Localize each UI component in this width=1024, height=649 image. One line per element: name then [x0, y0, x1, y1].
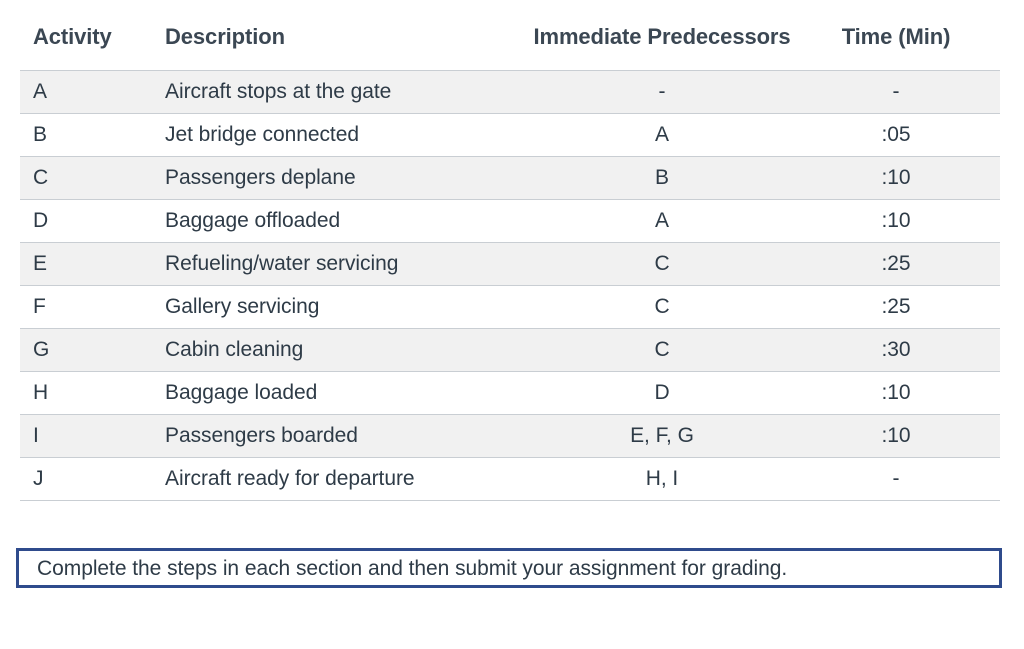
- cell-description: Jet bridge connected: [152, 113, 512, 157]
- cell-description: Baggage offloaded: [152, 199, 512, 243]
- cell-activity: D: [20, 199, 152, 243]
- cell-activity: C: [20, 156, 152, 200]
- cell-time: :10: [812, 371, 1000, 415]
- table-row: J Aircraft ready for departure H, I -: [20, 457, 1000, 501]
- table-body: A Aircraft stops at the gate - - B Jet b…: [20, 70, 1000, 501]
- column-header-activity: Activity: [20, 24, 152, 71]
- cell-activity: F: [20, 285, 152, 329]
- cell-activity: E: [20, 242, 152, 286]
- cell-predecessors: H, I: [512, 457, 812, 501]
- cell-predecessors: A: [512, 199, 812, 243]
- cell-description: Baggage loaded: [152, 371, 512, 415]
- page-root: Activity Description Immediate Predecess…: [0, 0, 1024, 649]
- cell-predecessors: D: [512, 371, 812, 415]
- cell-activity: A: [20, 70, 152, 114]
- cell-time: :25: [812, 285, 1000, 329]
- cell-activity: J: [20, 457, 152, 501]
- cell-activity: I: [20, 414, 152, 458]
- cell-activity: G: [20, 328, 152, 372]
- cell-predecessors: C: [512, 285, 812, 329]
- activity-table-container: Activity Description Immediate Predecess…: [20, 24, 1000, 501]
- cell-activity: H: [20, 371, 152, 415]
- table-header: Activity Description Immediate Predecess…: [20, 24, 1000, 71]
- instruction-callout-text: Complete the steps in each section and t…: [37, 556, 788, 580]
- cell-activity: B: [20, 113, 152, 157]
- table-row: C Passengers deplane B :10: [20, 156, 1000, 200]
- cell-predecessors: E, F, G: [512, 414, 812, 458]
- table-row: H Baggage loaded D :10: [20, 371, 1000, 415]
- cell-time: :10: [812, 156, 1000, 200]
- cell-time: :30: [812, 328, 1000, 372]
- cell-description: Gallery servicing: [152, 285, 512, 329]
- table-row: I Passengers boarded E, F, G :10: [20, 414, 1000, 458]
- table-row: E Refueling/water servicing C :25: [20, 242, 1000, 286]
- instruction-callout: Complete the steps in each section and t…: [16, 548, 1002, 588]
- activity-table: Activity Description Immediate Predecess…: [20, 24, 1000, 501]
- cell-time: :05: [812, 113, 1000, 157]
- table-row: B Jet bridge connected A :05: [20, 113, 1000, 157]
- cell-time: -: [812, 70, 1000, 114]
- table-row: D Baggage offloaded A :10: [20, 199, 1000, 243]
- cell-predecessors: C: [512, 328, 812, 372]
- table-row: G Cabin cleaning C :30: [20, 328, 1000, 372]
- cell-description: Cabin cleaning: [152, 328, 512, 372]
- column-header-predecessors: Immediate Predecessors: [512, 24, 812, 71]
- table-header-row: Activity Description Immediate Predecess…: [20, 24, 1000, 71]
- column-header-time: Time (Min): [812, 24, 1000, 71]
- cell-predecessors: B: [512, 156, 812, 200]
- cell-description: Refueling/water servicing: [152, 242, 512, 286]
- cell-description: Passengers boarded: [152, 414, 512, 458]
- column-header-description: Description: [152, 24, 512, 71]
- cell-time: -: [812, 457, 1000, 501]
- cell-time: :10: [812, 414, 1000, 458]
- cell-time: :10: [812, 199, 1000, 243]
- cell-predecessors: -: [512, 70, 812, 114]
- table-row: A Aircraft stops at the gate - -: [20, 70, 1000, 114]
- cell-description: Aircraft stops at the gate: [152, 70, 512, 114]
- table-row: F Gallery servicing C :25: [20, 285, 1000, 329]
- cell-predecessors: A: [512, 113, 812, 157]
- cell-description: Passengers deplane: [152, 156, 512, 200]
- cell-description: Aircraft ready for departure: [152, 457, 512, 501]
- cell-time: :25: [812, 242, 1000, 286]
- cell-predecessors: C: [512, 242, 812, 286]
